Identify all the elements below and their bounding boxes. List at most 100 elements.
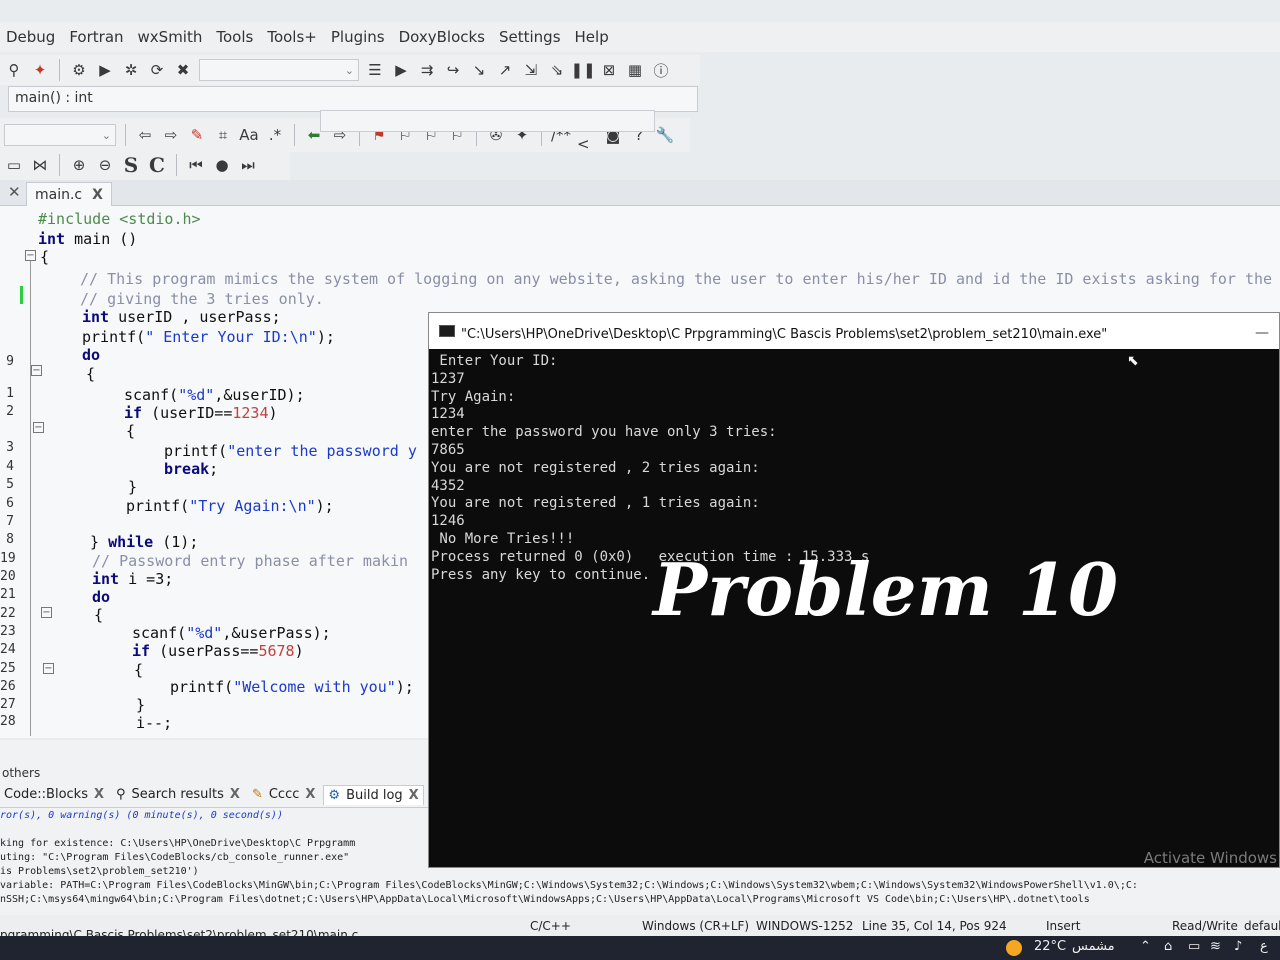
tab-label: main.c	[35, 186, 83, 203]
wifi-icon[interactable]: ≋	[1210, 939, 1221, 954]
log-line: variable: PATH=C:\Program Files\CodeBloc…	[0, 880, 1138, 891]
menu-settings[interactable]: Settings	[499, 28, 561, 46]
code-comment: // Password entry phase after makin	[92, 552, 409, 570]
log-line: ror(s), 0 warning(s) (0 minute(s), 0 sec…	[0, 810, 283, 821]
code-line: }	[136, 696, 146, 714]
caption-overlay: Problem 10	[653, 547, 1119, 632]
gear-icon: ⚙	[328, 787, 341, 803]
close-icon[interactable]: X	[409, 788, 419, 803]
tab-search-results[interactable]: ⚲ Search results X	[112, 785, 244, 804]
toolbar-separator	[125, 124, 126, 146]
chevron-up-icon[interactable]: ⌃	[1140, 939, 1151, 954]
status-access: Read/Write	[1172, 919, 1238, 933]
weather-sun-icon	[1006, 940, 1022, 956]
symbol-select[interactable]	[320, 110, 655, 132]
build-target-select[interactable]: ⌄	[199, 59, 359, 81]
rebuild-icon[interactable]: ⟳	[147, 60, 167, 80]
step-back-icon[interactable]: ⏮	[186, 155, 206, 175]
regex-icon[interactable]: .*	[265, 125, 285, 145]
next-instruction-icon[interactable]: ⇲	[521, 60, 541, 80]
battery-icon[interactable]: ▭	[1188, 939, 1200, 954]
zoom-out-icon[interactable]: ⊖	[95, 155, 115, 175]
menu-doxyblocks[interactable]: DoxyBlocks	[399, 28, 485, 46]
minimize-icon[interactable]: —	[1255, 325, 1269, 341]
log-icon[interactable]: ☰	[365, 60, 385, 80]
console-app-icon	[439, 325, 455, 337]
weather-temp: 22°C	[1034, 939, 1067, 954]
tab-codeblocks-log[interactable]: Code::Blocks X	[0, 785, 108, 804]
toolbar-separator	[59, 59, 60, 81]
step-forward-icon[interactable]: ⏭	[238, 155, 258, 175]
search-icon[interactable]: ⚲	[4, 60, 24, 80]
console-line: 1246	[431, 513, 465, 530]
fit-icon[interactable]: ▭	[4, 155, 24, 175]
close-icon[interactable]: X	[94, 787, 104, 802]
status-position: Line 35, Col 14, Pos 924	[862, 919, 1007, 933]
scope-select[interactable]: ⌄	[4, 124, 116, 146]
menu-debug[interactable]: Debug	[6, 28, 55, 46]
fold-guide	[30, 256, 31, 736]
fold-icon[interactable]: −	[43, 663, 54, 674]
abort-icon[interactable]: ✖	[173, 60, 193, 80]
match-case-icon[interactable]: Aa	[239, 125, 259, 145]
find-icon[interactable]: ✦	[30, 60, 50, 80]
toolbar-separator	[294, 124, 295, 146]
zoom-in-icon[interactable]: ⊕	[69, 155, 89, 175]
speaker-icon[interactable]: ♪	[1234, 939, 1242, 954]
close-icon[interactable]: X	[305, 787, 315, 802]
tab-cccc[interactable]: ✎ Cccc X	[248, 785, 319, 804]
close-icon[interactable]: X	[230, 787, 240, 802]
step-into-icon[interactable]: ↘	[469, 60, 489, 80]
line-number: 24	[0, 642, 16, 657]
fold-icon[interactable]: −	[41, 607, 52, 618]
build-gear-icon[interactable]: ⚙	[69, 60, 89, 80]
debug-windows-icon[interactable]: ▦	[625, 60, 645, 80]
menu-tools[interactable]: Tools	[216, 28, 253, 46]
jump-forward-icon[interactable]: ⇨	[161, 125, 181, 145]
menu-plugins[interactable]: Plugins	[331, 28, 385, 46]
next-line-icon[interactable]: ↪	[443, 60, 463, 80]
run-to-cursor-icon[interactable]: ⇉	[417, 60, 437, 80]
pause-icon[interactable]: ❚❚	[570, 60, 595, 80]
code-comment: // giving the 3 tries only.	[80, 290, 324, 308]
line-number: 20	[0, 569, 16, 584]
network-icon[interactable]: ⌂	[1164, 939, 1172, 954]
close-icon[interactable]: X	[92, 187, 103, 203]
selected-text-icon[interactable]: ⌗	[213, 125, 233, 145]
fit-width-icon[interactable]: ⋈	[30, 155, 50, 175]
highlight-icon[interactable]: ✎	[187, 125, 207, 145]
log-line: uting: "C:\Program Files\CodeBlocks/cb_c…	[0, 852, 350, 863]
line-number: 8	[6, 532, 14, 547]
console-window[interactable]: "C:\Users\HP\OneDrive\Desktop\C Prpgramm…	[428, 312, 1280, 868]
menu-wxsmith[interactable]: wxSmith	[138, 28, 203, 46]
record-icon[interactable]: ●	[212, 155, 232, 175]
tab-main-c[interactable]: main.c X	[26, 182, 112, 206]
fold-icon[interactable]: −	[31, 365, 42, 376]
function-selector[interactable]: main() : int	[8, 86, 698, 112]
code-line: #include <stdio.h>	[38, 210, 201, 228]
s-icon[interactable]: S	[121, 153, 141, 177]
run-icon[interactable]: ▶	[95, 60, 115, 80]
close-panel-icon[interactable]: ✕	[8, 183, 21, 201]
menu-tools-plus[interactable]: Tools+	[267, 28, 317, 46]
preferences-icon[interactable]: 🔧	[655, 125, 675, 145]
fold-icon[interactable]: −	[25, 250, 36, 261]
step-out-icon[interactable]: ↗	[495, 60, 515, 80]
debug-run-icon[interactable]: ▶	[391, 60, 411, 80]
info-icon[interactable]: ⓘ	[651, 60, 671, 80]
stop-icon[interactable]: ⊠	[599, 60, 619, 80]
jump-back-icon[interactable]: ⇦	[135, 125, 155, 145]
fold-icon[interactable]: −	[33, 422, 44, 433]
activate-windows-watermark: Activate Windows	[1143, 849, 1277, 867]
line-number: 3	[6, 440, 14, 455]
console-titlebar[interactable]: "C:\Users\HP\OneDrive\Desktop\C Prpgramm…	[429, 313, 1279, 349]
code-line: {	[94, 606, 104, 624]
menu-fortran[interactable]: Fortran	[69, 28, 123, 46]
console-line: You are not registered , 2 tries again:	[431, 459, 760, 476]
tab-build-log[interactable]: ⚙ Build log X	[323, 784, 424, 805]
input-language[interactable]: ع	[1260, 939, 1268, 954]
build-run-icon[interactable]: ✲	[121, 60, 141, 80]
c-icon[interactable]: C	[147, 153, 167, 177]
menu-help[interactable]: Help	[575, 28, 609, 46]
step-into-instruction-icon[interactable]: ⇘	[547, 60, 567, 80]
